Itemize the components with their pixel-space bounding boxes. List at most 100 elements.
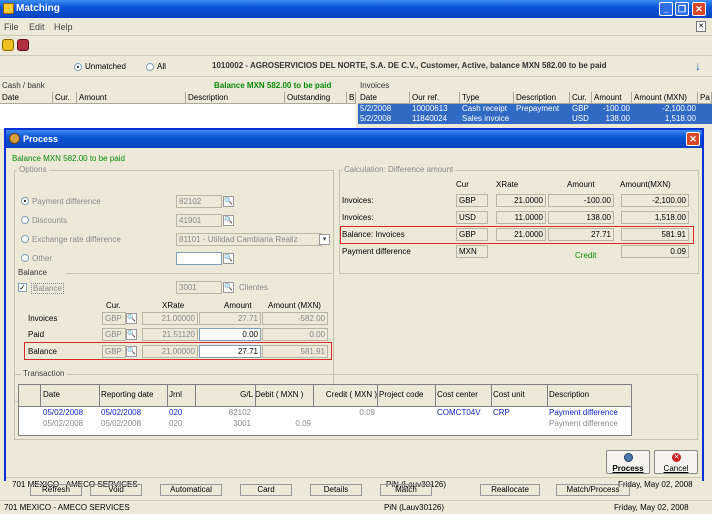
tr-col-debit[interactable]: Debit ( MXN ) [255, 390, 313, 399]
bal-col-cur: Cur. [106, 301, 121, 310]
cashbank-header: Date Cur. Amount Description Outstanding… [0, 92, 356, 104]
cell-cur: GBP [572, 104, 589, 113]
chevron-down-icon[interactable]: ▾ [319, 234, 330, 245]
discounts-label: Discounts [32, 216, 68, 225]
other-input[interactable] [176, 252, 222, 265]
inv-col-cur[interactable]: Cur. [570, 92, 592, 104]
inv-col-date[interactable]: Date [358, 92, 410, 104]
bal-row-label: Balance [28, 347, 57, 356]
payment-difference-calc-label: Payment difference [342, 247, 411, 256]
other-radio[interactable] [21, 254, 29, 262]
table-row[interactable]: 5/2/2008 11840024 Sales invoice USD 138.… [358, 114, 712, 124]
mdi-close-icon[interactable]: ✕ [696, 21, 706, 32]
cell-amount: 138.00 [605, 114, 630, 123]
options-legend: Options [17, 165, 49, 174]
cancel-icon: ✕ [672, 453, 681, 462]
table-row[interactable]: 05/02/2008 05/02/2008 020 3001 0.09 Paym… [19, 419, 631, 430]
dialog-close-button[interactable]: ✕ [686, 132, 700, 146]
lookup-icon[interactable]: 🔍 [223, 196, 234, 207]
unmatched-label: Unmatched [85, 62, 126, 71]
menu-file[interactable]: File [4, 22, 19, 32]
status-company: 701 MEXICO - AMECO SERVICES [4, 503, 130, 512]
lookup-icon[interactable]: 🔍 [223, 253, 234, 264]
dialog-balance-text: Balance MXN 582.00 to be paid [12, 154, 125, 163]
cell-reporting-date: 05/02/2008 [101, 408, 142, 417]
minimize-button[interactable]: _ [659, 2, 673, 16]
tr-col-gl[interactable]: G/L [195, 390, 253, 399]
books-icon[interactable] [17, 39, 29, 51]
unmatched-radio[interactable] [74, 63, 82, 71]
balance-checkbox[interactable]: ✓ [18, 283, 27, 292]
table-row[interactable]: 5/2/2008 10000613 Cash receipt Prepaymen… [358, 104, 712, 114]
account-header: 1010002 - AGROSERVICIOS DEL NORTE, S.A. … [212, 61, 607, 70]
tr-col-date[interactable]: Date [43, 390, 99, 399]
all-radio[interactable] [146, 63, 154, 71]
tr-col-reporting-date[interactable]: Reporting date [101, 390, 169, 399]
invoices-title: Invoices [360, 81, 390, 90]
col-b[interactable]: B [347, 92, 356, 104]
lookup-icon[interactable]: 🔍 [223, 282, 234, 293]
cashbank-list[interactable] [0, 104, 356, 129]
bal-row-xrate: 21.00000 [142, 312, 198, 325]
invoices-header: Date Our ref. Type Description Cur. Amou… [358, 92, 712, 104]
close-button[interactable]: ✕ [692, 2, 706, 16]
cancel-button[interactable]: ✕ Cancel [654, 450, 698, 474]
row-selector-header [19, 385, 41, 407]
col-description[interactable]: Description [186, 92, 285, 104]
calc-row-amount-mxn: -2,100.00 [621, 194, 689, 207]
inv-col-type[interactable]: Type [460, 92, 514, 104]
reallocate-button[interactable]: Reallocate [480, 484, 540, 496]
exchange-rate-radio[interactable] [21, 235, 29, 243]
col-amount[interactable]: Amount [77, 92, 186, 104]
menu-edit[interactable]: Edit [29, 22, 45, 32]
cell-date: 5/2/2008 [360, 104, 392, 113]
bal-row-amount: 27.71 [199, 345, 261, 358]
automatic-button[interactable]: Automatical [160, 484, 222, 496]
calc-row-xrate: 21.0000 [496, 194, 546, 207]
card-button[interactable]: Card [240, 484, 292, 496]
payment-difference-label: Payment difference [32, 197, 101, 206]
match-button[interactable]: Match [380, 484, 432, 496]
cell-jrnl: 020 [169, 408, 183, 417]
arrow-down-icon[interactable]: ↓ [695, 59, 707, 73]
inv-col-description[interactable]: Description [514, 92, 570, 104]
inv-col-ourref[interactable]: Our ref. [410, 92, 460, 104]
paid-amount-input[interactable]: 0.00 [199, 328, 261, 341]
inv-col-amount-mxn[interactable]: Amount (MXN) [632, 92, 698, 104]
lookup-icon: 🔍 [126, 329, 137, 340]
key-icon[interactable] [2, 39, 14, 51]
bal-col-amount: Amount [224, 301, 252, 310]
cell-ourref: 11840024 [412, 114, 447, 123]
table-row[interactable]: 05/02/2008 05/02/2008 020 82102 0.09 COM… [19, 408, 631, 419]
maximize-button[interactable]: ❐ [675, 2, 689, 16]
payment-difference-radio[interactable] [21, 197, 29, 205]
process-button[interactable]: Process [606, 450, 650, 474]
inv-col-pa[interactable]: Pa [698, 92, 712, 104]
tr-col-cost-center[interactable]: Cost center [437, 390, 491, 399]
cell-description: Prepayment [516, 104, 560, 113]
inv-col-amount[interactable]: Amount [592, 92, 632, 104]
calc-row-amount: -100.00 [548, 194, 614, 207]
refresh-button[interactable]: Refresh [30, 484, 82, 496]
balance-code: 3001 [176, 281, 222, 294]
balance-divider [66, 273, 332, 274]
transaction-grid[interactable]: Date Reporting date Jrnl G/L Debit ( MXN… [18, 384, 632, 436]
lookup-icon[interactable]: 🔍 [223, 215, 234, 226]
tr-col-project-code[interactable]: Project code [379, 390, 435, 399]
col-cur[interactable]: Cur. [53, 92, 77, 104]
discounts-radio[interactable] [21, 216, 29, 224]
exchange-rate-select[interactable]: 81101 - Utilidad Cambiaria Realiz [176, 233, 322, 246]
tr-col-cost-unit[interactable]: Cost unit [493, 390, 547, 399]
tr-col-description[interactable]: Description [549, 390, 629, 399]
col-outstanding[interactable]: Outstanding [285, 92, 347, 104]
filter-bar: Unmatched All 1010002 - AGROSERVICIOS DE… [0, 55, 712, 77]
calc-row-xrate: 11.0000 [496, 211, 546, 224]
void-button[interactable]: Void [90, 484, 142, 496]
process-dialog: Process ✕ Balance MXN 582.00 to be paid … [4, 128, 704, 491]
details-button[interactable]: Details [310, 484, 362, 496]
cell-debit: 0.09 [295, 419, 311, 428]
menu-help[interactable]: Help [54, 22, 73, 32]
match-process-button[interactable]: Match/Process [556, 484, 630, 496]
tr-col-credit[interactable]: Credit ( MXN ) [313, 390, 377, 399]
col-date[interactable]: Date [0, 92, 53, 104]
